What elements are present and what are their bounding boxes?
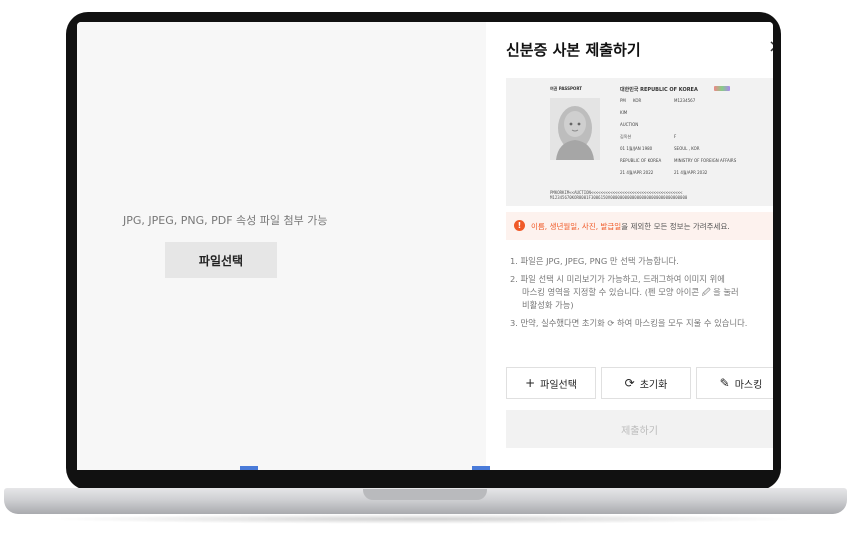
masking-label: 마스킹 <box>734 379 763 391</box>
reset-label: 초기화 <box>639 379 668 391</box>
passport-code: KOR <box>633 98 642 103</box>
passport-sex: F <box>674 134 677 139</box>
id-upload-modal: 신분증 사본 제출하기 × 여권 PASSPORT 대한민국 REPUBLIC … <box>486 22 773 470</box>
reset-button[interactable]: ⟳ 초기화 <box>601 367 691 399</box>
passport-country: 대한민국 REPUBLIC OF KOREA <box>620 87 698 93</box>
pen-icon: ✎ <box>719 376 730 390</box>
instruction-2-cont: 마스킹 영역을 지정할 수 있습니다. (펜 모양 아이콘 🖉 을 눌러 <box>522 287 739 297</box>
masking-warning: ! 이름, 생년월일, 사진, 발급일을 제외한 모든 정보는 가려주세요. <box>506 212 773 240</box>
file-select-label: 파일선택 <box>540 379 577 391</box>
stage: JPG, JPEG, PNG, PDF 속성 파일 첨부 가능 파일선택 신분증… <box>0 0 851 540</box>
instruction-2: 2. 파일 선택 시 미리보기가 가능하고, 드래그하여 이미지 위에 <box>510 274 725 284</box>
warning-text: 이름, 생년월일, 사진, 발급일을 제외한 모든 정보는 가려주세요. <box>531 221 730 232</box>
masking-button[interactable]: ✎ 마스킹 <box>696 367 773 399</box>
passport-authority: MINISTRY OF FOREIGN AFFAIRS <box>674 158 737 163</box>
file-select-button-left[interactable]: 파일선택 <box>165 242 277 278</box>
passport-given-name: AUCTION <box>620 122 639 127</box>
passport-mrz-line-2: M12345670KOR8001F3006150V000000000000000… <box>550 195 688 200</box>
passport-type: PM <box>620 98 626 103</box>
laptop-shadow <box>40 514 811 524</box>
reset-icon: ⟳ <box>624 376 635 390</box>
warning-rest: 을 제외한 모든 정보는 가려주세요. <box>621 222 730 231</box>
passport-dob: 01 1월/JAN 1980 <box>620 146 653 151</box>
passport-flag-icon <box>714 86 730 91</box>
instruction-3: 3. 만약, 실수했다면 초기화 ⟳ 하여 마스킹을 모두 지울 수 있습니다. <box>510 318 748 328</box>
laptop-notch <box>363 489 487 500</box>
passport-korean-name: 김옥션 <box>620 134 632 139</box>
bottom-accent-left <box>240 466 258 470</box>
passport-surname: KIM <box>620 110 628 115</box>
plus-icon: + <box>525 376 536 390</box>
instruction-1: 1. 파일은 JPG, JPEG, PNG 만 선택 가능합니다. <box>510 256 679 266</box>
passport-nationality: REPUBLIC OF KOREA <box>620 158 662 163</box>
modal-title: 신분증 사본 제출하기 <box>506 41 641 59</box>
passport-label: 여권 PASSPORT <box>550 86 582 91</box>
passport-pob: SEOUL , KOR <box>674 146 700 151</box>
passport-expiry-date: 21 4월/APR 2032 <box>674 170 708 175</box>
passport-preview: 여권 PASSPORT 대한민국 REPUBLIC OF KOREA PM KO… <box>506 78 773 206</box>
submit-button[interactable]: 제출하기 <box>506 410 773 448</box>
passport-photo <box>550 98 600 160</box>
passport-issue-date: 21 4월/APR 2022 <box>620 170 654 175</box>
file-type-hint: JPG, JPEG, PNG, PDF 속성 파일 첨부 가능 <box>123 214 328 227</box>
warning-highlight: 이름, 생년월일, 사진, 발급일 <box>531 222 622 231</box>
upload-pane: JPG, JPEG, PNG, PDF 속성 파일 첨부 가능 파일선택 <box>77 22 486 470</box>
laptop-screen: JPG, JPEG, PNG, PDF 속성 파일 첨부 가능 파일선택 신분증… <box>77 22 773 470</box>
close-icon[interactable]: × <box>768 36 773 57</box>
instruction-2-end: 비활성화 가능) <box>522 300 574 310</box>
file-select-button[interactable]: + 파일선택 <box>506 367 596 399</box>
bottom-accent-right <box>472 466 490 470</box>
passport-mrz: PMKORKIM<<AUCTION<<<<<<<<<<<<<<<<<<<<<<<… <box>550 190 687 200</box>
warning-icon: ! <box>514 220 525 231</box>
passport-number: M1234567 <box>674 98 696 103</box>
